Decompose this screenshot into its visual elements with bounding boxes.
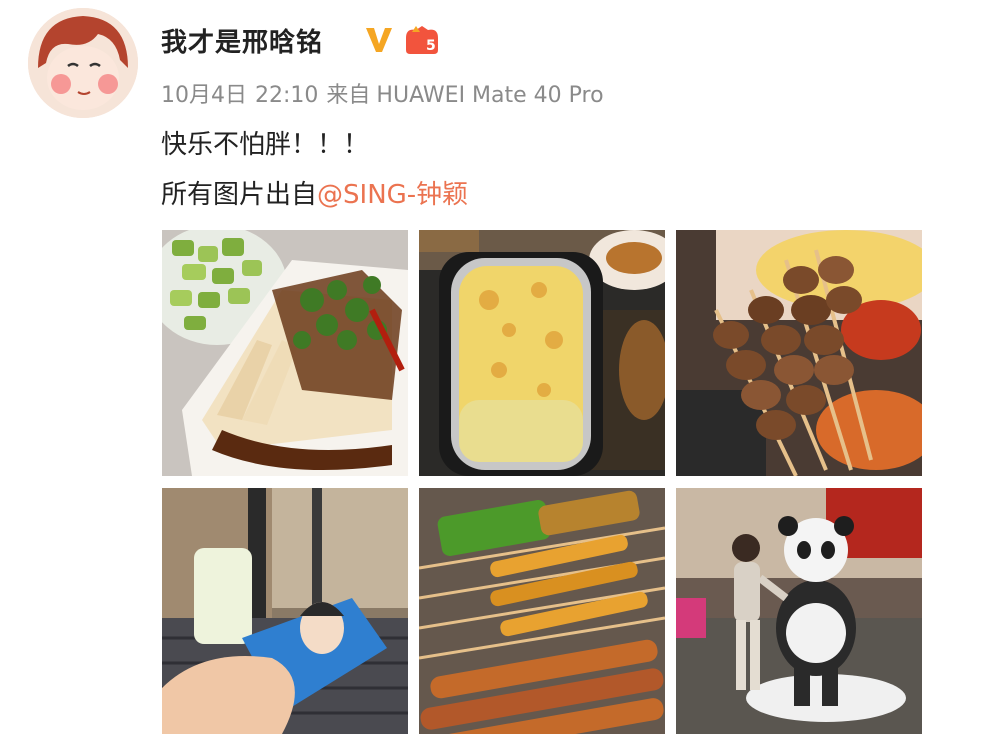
verified-v-icon [362, 22, 396, 56]
post-text-line-1: 快乐不怕胖！！！ [161, 130, 370, 160]
device-name[interactable]: HUAWEI Mate 40 Pro [376, 83, 603, 108]
photo-tofu-dish[interactable] [162, 230, 408, 476]
post-meta: 10月4日 22:10 来自 HUAWEI Mate 40 Pro [161, 77, 612, 109]
post-date[interactable]: 10月4日 [161, 83, 247, 108]
photo-meat-skewers[interactable] [676, 230, 922, 476]
post-text-prefix: 所有图片出自 [161, 180, 318, 210]
cartoon-avatar-icon [28, 8, 138, 118]
username[interactable]: 我才是邢晗铭 [161, 22, 323, 59]
member-level-badge-icon[interactable]: 5 [402, 24, 442, 56]
post-text-line-2: 所有图片出自@SING-钟颖 [161, 174, 468, 211]
source-prefix: 来自 [326, 83, 371, 108]
photo-baked-cheese-tray[interactable] [419, 230, 665, 476]
photo-panda-statue[interactable] [676, 488, 922, 734]
photo-grid [162, 230, 922, 734]
level-badge-text: 5 [426, 38, 436, 54]
post-time[interactable]: 22:10 [255, 83, 318, 108]
mention-link[interactable]: @SING-钟颖 [317, 180, 468, 210]
avatar[interactable] [28, 8, 138, 118]
photo-grilled-skewers-platter[interactable] [419, 488, 665, 734]
photo-ice-cream-popsicle[interactable] [162, 488, 408, 734]
